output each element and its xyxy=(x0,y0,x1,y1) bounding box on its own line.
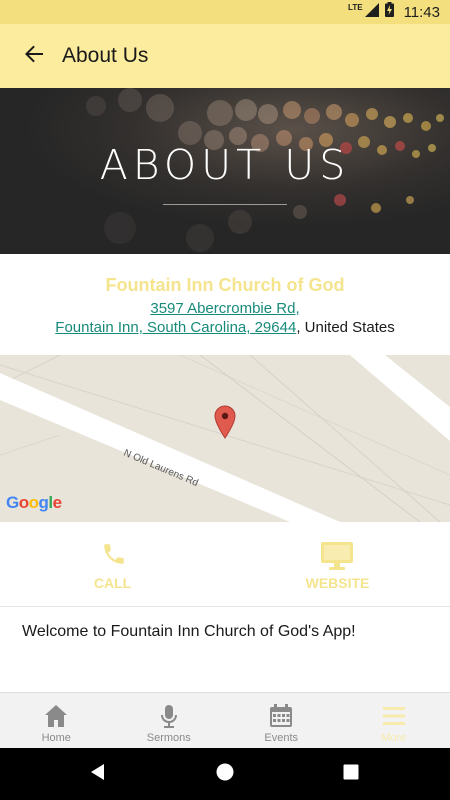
screen: LTE 11:43 About Us ABOUT US Fountain Inn… xyxy=(0,0,450,800)
system-nav-bar xyxy=(0,748,450,800)
google-logo: Google xyxy=(6,493,62,512)
call-label: CALL xyxy=(93,575,132,591)
status-icons: LTE 11:43 xyxy=(348,0,440,24)
calendar-icon xyxy=(268,703,294,734)
nav-item-events[interactable]: Events xyxy=(225,693,338,749)
battery-icon xyxy=(384,2,394,22)
nav-item-sermons[interactable]: Sermons xyxy=(113,693,226,749)
church-name: Fountain Inn Church of God xyxy=(105,275,345,295)
status-time: 11:43 xyxy=(403,3,440,21)
triangle-back-icon xyxy=(90,763,106,786)
square-recents-icon xyxy=(343,764,359,785)
website-label: WEBSITE xyxy=(305,575,370,591)
system-home-button[interactable] xyxy=(195,748,255,800)
microphone-icon xyxy=(156,703,182,734)
address-link-street[interactable]: 3597 Abercrombie Rd, xyxy=(150,300,299,317)
map-view[interactable]: N Old Laurens Rd Google xyxy=(0,355,450,522)
nav-label-more: More xyxy=(381,732,407,744)
hero-banner: ABOUT US xyxy=(0,88,450,254)
address-country: , United States xyxy=(296,319,395,336)
system-recents-button[interactable] xyxy=(321,748,381,800)
arrow-back-icon xyxy=(24,44,44,69)
hero-title: ABOUT US xyxy=(99,141,351,189)
call-button[interactable]: CALL xyxy=(0,522,225,606)
status-bar: LTE 11:43 xyxy=(0,0,450,24)
website-button[interactable]: WEBSITE xyxy=(225,522,450,606)
nav-label-events: Events xyxy=(264,732,299,744)
bottom-nav: Home Sermons Events More xyxy=(0,692,450,748)
nav-label-sermons: Sermons xyxy=(146,732,191,744)
hero-divider xyxy=(163,204,287,205)
address-line-2: Fountain Inn, South Carolina, 29644, Uni… xyxy=(0,319,450,336)
church-info: Fountain Inn Church of God 3597 Abercrom… xyxy=(0,254,450,355)
back-button[interactable] xyxy=(12,34,56,78)
app-bar: About Us xyxy=(0,24,450,88)
street-label: N Old Laurens Rd xyxy=(122,448,200,489)
contact-actions: CALL WEBSITE xyxy=(0,522,450,607)
monitor-icon xyxy=(320,541,354,576)
page-title: About Us xyxy=(62,44,149,67)
address-line-1: 3597 Abercrombie Rd, xyxy=(0,300,450,317)
phone-icon xyxy=(101,541,127,572)
menu-icon xyxy=(381,703,407,734)
signal-icon xyxy=(364,2,379,22)
circle-home-icon xyxy=(216,763,234,786)
system-back-button[interactable] xyxy=(68,748,128,800)
home-icon xyxy=(43,703,69,734)
network-type: LTE xyxy=(348,2,363,12)
nav-label-home: Home xyxy=(41,732,71,744)
address-link-city[interactable]: Fountain Inn, South Carolina, 29644 xyxy=(55,319,296,336)
welcome-text: Welcome to Fountain Inn Church of God's … xyxy=(22,623,356,640)
nav-item-more[interactable]: More xyxy=(338,693,450,749)
nav-item-home[interactable]: Home xyxy=(0,693,113,749)
